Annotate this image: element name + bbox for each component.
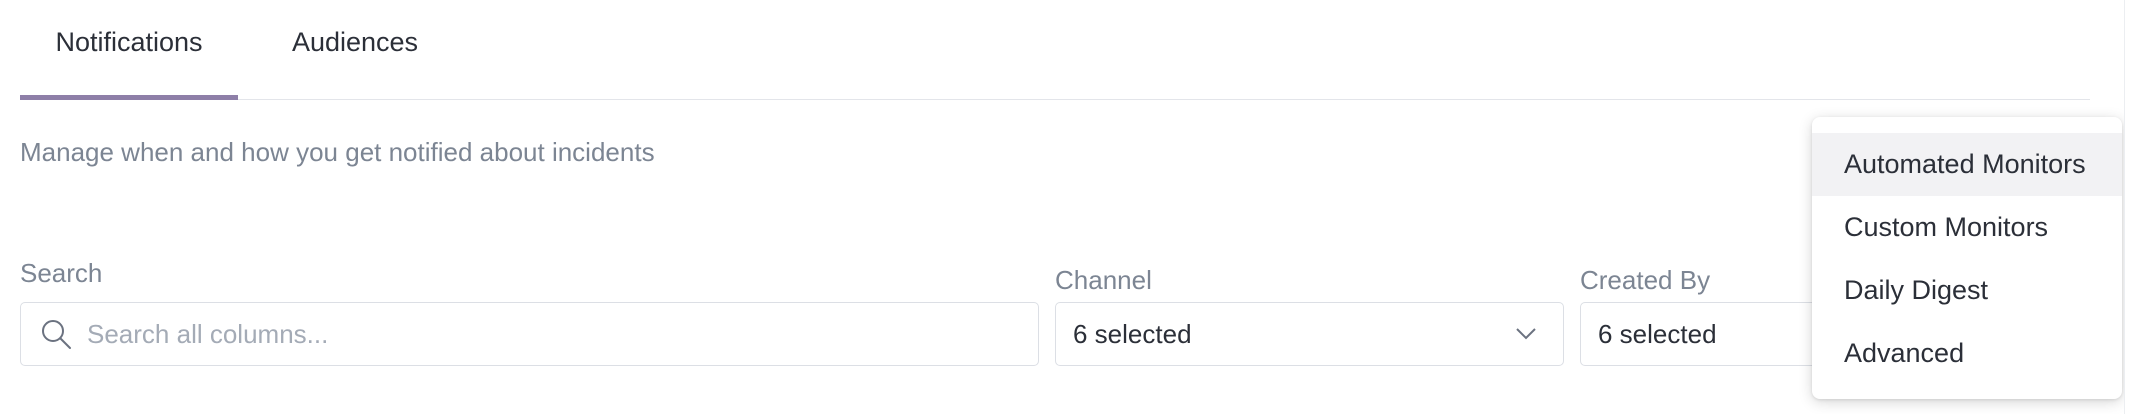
chevron-down-icon xyxy=(1516,328,1536,340)
menu-item-advanced[interactable]: Advanced xyxy=(1812,322,2122,385)
page-scrollbar[interactable] xyxy=(2124,0,2142,414)
search-label: Search xyxy=(20,258,103,288)
tab-notifications-label: Notifications xyxy=(55,27,203,57)
tab-notifications[interactable]: Notifications xyxy=(20,0,238,100)
channel-select-value: 6 selected xyxy=(1073,318,1192,349)
menu-item-custom-monitors[interactable]: Custom Monitors xyxy=(1812,196,2122,259)
created-by-select-value: 6 selected xyxy=(1598,318,1717,349)
tab-audiences-label: Audiences xyxy=(291,27,419,57)
search-field[interactable] xyxy=(20,302,1039,366)
active-tab-indicator xyxy=(20,95,238,100)
created-by-label: Created By xyxy=(1580,265,1711,295)
dropdown-menu: Automated Monitors Custom Monitors Daily… xyxy=(1812,117,2122,399)
menu-item-daily-digest[interactable]: Daily Digest xyxy=(1812,259,2122,322)
tab-bar: Notifications Audiences xyxy=(20,0,2090,100)
channel-label: Channel xyxy=(1055,265,1152,295)
search-input[interactable] xyxy=(87,318,987,350)
search-icon xyxy=(42,320,71,349)
page-description: Manage when and how you get notified abo… xyxy=(20,137,655,167)
notifications-page: Notifications Audiences Manage when and … xyxy=(0,0,2142,414)
tab-audiences[interactable]: Audiences xyxy=(270,0,440,100)
channel-select[interactable]: 6 selected xyxy=(1055,302,1564,366)
menu-item-automated-monitors[interactable]: Automated Monitors xyxy=(1812,133,2122,196)
